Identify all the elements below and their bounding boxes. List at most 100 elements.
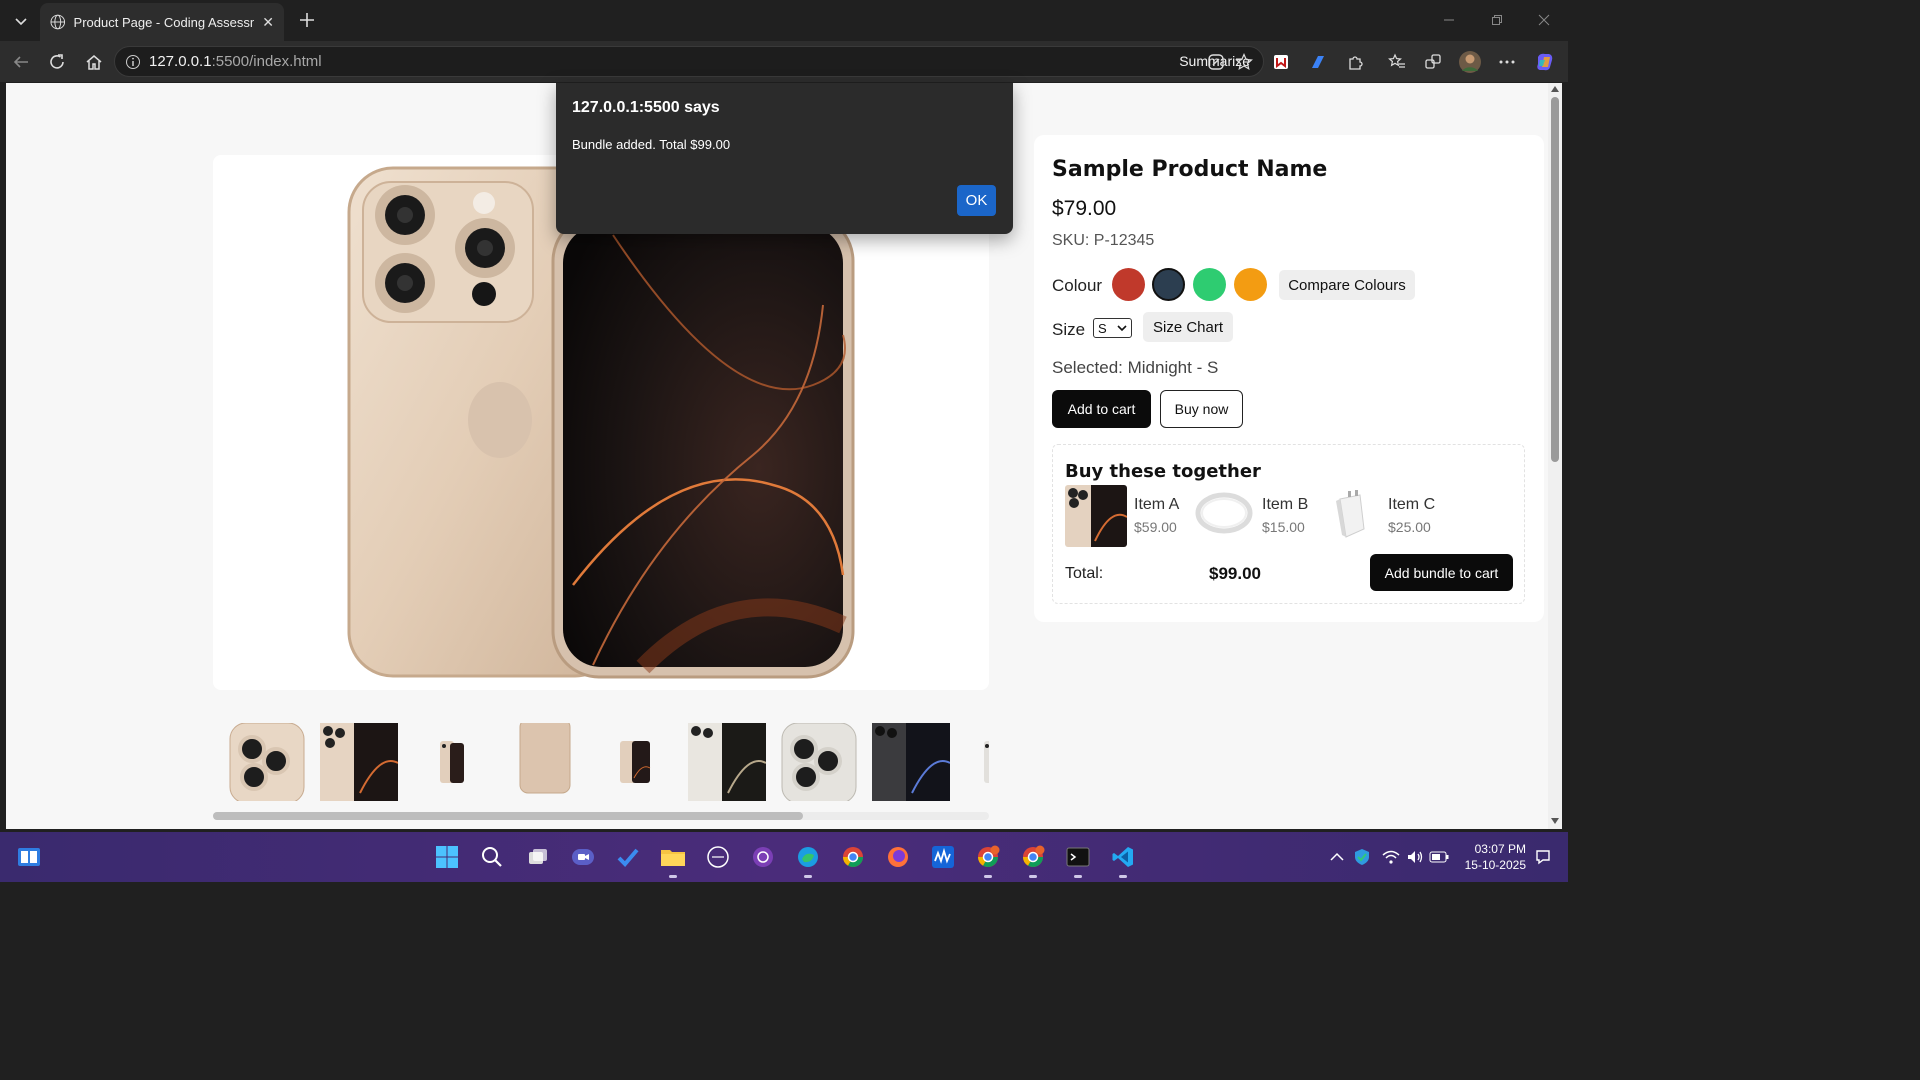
thumbnail-8[interactable] bbox=[872, 723, 950, 801]
scroll-down-icon[interactable] bbox=[1551, 818, 1559, 824]
site-info-icon[interactable] bbox=[125, 54, 141, 70]
colour-swatch-green[interactable] bbox=[1193, 268, 1226, 301]
chrome-icon[interactable] bbox=[838, 842, 868, 872]
favorites-icon[interactable] bbox=[1382, 47, 1412, 77]
search-icon[interactable] bbox=[477, 842, 507, 872]
product-sku: SKU: P-12345 bbox=[1052, 232, 1155, 249]
minimize-icon[interactable] bbox=[1437, 8, 1461, 32]
clock[interactable]: 03:07 PM 15-10-2025 bbox=[1462, 841, 1526, 873]
size-label: Size bbox=[1052, 320, 1086, 339]
thumbnail-9[interactable] bbox=[964, 723, 989, 801]
mcafee-extension-icon[interactable] bbox=[1266, 47, 1296, 77]
address-bar[interactable]: 127.0.0.1:5500/index.html bbox=[114, 46, 1264, 77]
favorite-star-icon[interactable] bbox=[1229, 47, 1259, 77]
terminal-icon[interactable] bbox=[1063, 842, 1093, 878]
widgets-icon[interactable] bbox=[14, 842, 44, 872]
notifications-icon[interactable] bbox=[1528, 842, 1558, 872]
thumbnail-scrollbar[interactable] bbox=[213, 812, 989, 820]
thumbnail-scrollbar-thumb[interactable] bbox=[213, 812, 803, 820]
size-select[interactable]: S bbox=[1093, 318, 1132, 338]
chrome-profile-1-icon[interactable] bbox=[973, 842, 1003, 878]
bundle-item-b-image bbox=[1193, 485, 1255, 547]
bundle-item-c-price: $25.00 bbox=[1388, 519, 1431, 535]
globe-icon bbox=[50, 14, 66, 30]
collections-icon[interactable] bbox=[1418, 47, 1448, 77]
colour-label: Colour bbox=[1052, 276, 1103, 295]
thumbnail-5[interactable] bbox=[596, 723, 674, 801]
refresh-icon[interactable] bbox=[42, 47, 72, 77]
size-chart-button[interactable]: Size Chart bbox=[1143, 312, 1233, 342]
alert-ok-button[interactable]: OK bbox=[957, 185, 996, 216]
firefox-icon[interactable] bbox=[883, 842, 913, 872]
tab-title: Product Page - Coding Assessment bbox=[73, 14, 255, 30]
colour-swatch-midnight[interactable] bbox=[1152, 268, 1185, 301]
bundle-section: Buy these together Item A $59.00 Item B … bbox=[1052, 444, 1525, 604]
new-tab-icon[interactable] bbox=[294, 7, 320, 33]
running-indicator bbox=[984, 875, 992, 878]
tab-active[interactable]: Product Page - Coding Assessment ✕ bbox=[40, 3, 284, 41]
clock-date: 15-10-2025 bbox=[1464, 858, 1526, 872]
dell-icon[interactable] bbox=[703, 842, 733, 872]
alert-dialog: 127.0.0.1:5500 says Bundle added. Total … bbox=[556, 83, 1013, 234]
todo-check-icon[interactable] bbox=[613, 842, 643, 872]
edge-icon[interactable] bbox=[793, 842, 823, 878]
thumbnail-6[interactable] bbox=[688, 723, 766, 801]
profile-avatar[interactable] bbox=[1455, 47, 1485, 77]
bundle-item-b-name: Item B bbox=[1262, 496, 1309, 513]
running-indicator bbox=[1029, 875, 1037, 878]
tab-bar: Product Page - Coding Assessment ✕ bbox=[0, 0, 1568, 41]
compare-colours-button[interactable]: Compare Colours bbox=[1279, 270, 1415, 300]
buy-now-button[interactable]: Buy now bbox=[1160, 390, 1243, 428]
taskbar: 03:07 PM 15-10-2025 bbox=[0, 832, 1568, 882]
app-blue-waveform-icon[interactable] bbox=[928, 842, 958, 872]
colour-swatch-red[interactable] bbox=[1112, 268, 1145, 301]
task-view-icon[interactable] bbox=[523, 842, 553, 872]
bundle-total-value: $99.00 bbox=[1209, 564, 1261, 583]
product-name: Sample Product Name bbox=[1052, 157, 1328, 182]
file-explorer-icon[interactable] bbox=[658, 842, 688, 878]
browser-toolbar: 127.0.0.1:5500/index.html Summarize bbox=[0, 41, 1568, 82]
thumbnail-1[interactable] bbox=[228, 723, 306, 801]
close-tab-icon[interactable]: ✕ bbox=[262, 14, 274, 31]
product-price: $79.00 bbox=[1052, 197, 1117, 220]
tab-actions-menu-icon[interactable] bbox=[8, 8, 34, 34]
extensions-puzzle-icon[interactable] bbox=[1340, 47, 1370, 77]
alert-title: 127.0.0.1:5500 says bbox=[572, 99, 720, 116]
running-indicator bbox=[669, 875, 677, 878]
back-icon[interactable] bbox=[6, 47, 36, 77]
bundle-item-c-image bbox=[1320, 485, 1382, 547]
chrome-profile-2-icon[interactable] bbox=[1018, 842, 1048, 878]
battery-icon[interactable] bbox=[1424, 842, 1454, 872]
start-windows-icon[interactable] bbox=[432, 842, 462, 872]
close-window-icon[interactable] bbox=[1532, 8, 1556, 32]
scroll-up-icon[interactable] bbox=[1551, 86, 1559, 92]
selected-variant-text: Selected: Midnight - S bbox=[1052, 358, 1219, 377]
bundle-item-c-name: Item C bbox=[1388, 496, 1436, 513]
thumbnail-3[interactable] bbox=[412, 723, 490, 801]
add-to-cart-button[interactable]: Add to cart bbox=[1052, 390, 1151, 428]
more-options-icon[interactable] bbox=[1492, 47, 1522, 77]
running-indicator bbox=[1119, 875, 1127, 878]
security-shield-icon[interactable] bbox=[1347, 842, 1377, 872]
add-bundle-to-cart-button[interactable]: Add bundle to cart bbox=[1370, 554, 1513, 591]
colour-swatch-orange[interactable] bbox=[1234, 268, 1267, 301]
app-purple-icon[interactable] bbox=[748, 842, 778, 872]
copilot-icon[interactable] bbox=[1530, 47, 1560, 77]
vscode-icon[interactable] bbox=[1108, 842, 1138, 878]
page-scrollbar[interactable] bbox=[1548, 83, 1562, 829]
extension-arrow-icon[interactable] bbox=[1303, 47, 1333, 77]
clock-time: 03:07 PM bbox=[1474, 842, 1526, 856]
thumbnail-2[interactable] bbox=[320, 723, 398, 801]
home-icon[interactable] bbox=[79, 47, 109, 77]
bundle-title: Buy these together bbox=[1065, 461, 1261, 482]
meet-video-icon[interactable] bbox=[568, 842, 598, 872]
bundle-item-a-image bbox=[1065, 485, 1127, 547]
page-scrollbar-thumb[interactable] bbox=[1551, 97, 1559, 462]
thumbnail-7[interactable] bbox=[780, 723, 858, 801]
url-host: 127.0.0.1 bbox=[149, 53, 212, 70]
thumbnail-strip[interactable] bbox=[213, 715, 989, 805]
thumbnail-4[interactable] bbox=[504, 723, 582, 801]
copilot-summarize-icon[interactable] bbox=[1201, 47, 1231, 77]
chevron-down-icon bbox=[1117, 325, 1127, 332]
restore-icon[interactable] bbox=[1485, 8, 1509, 32]
